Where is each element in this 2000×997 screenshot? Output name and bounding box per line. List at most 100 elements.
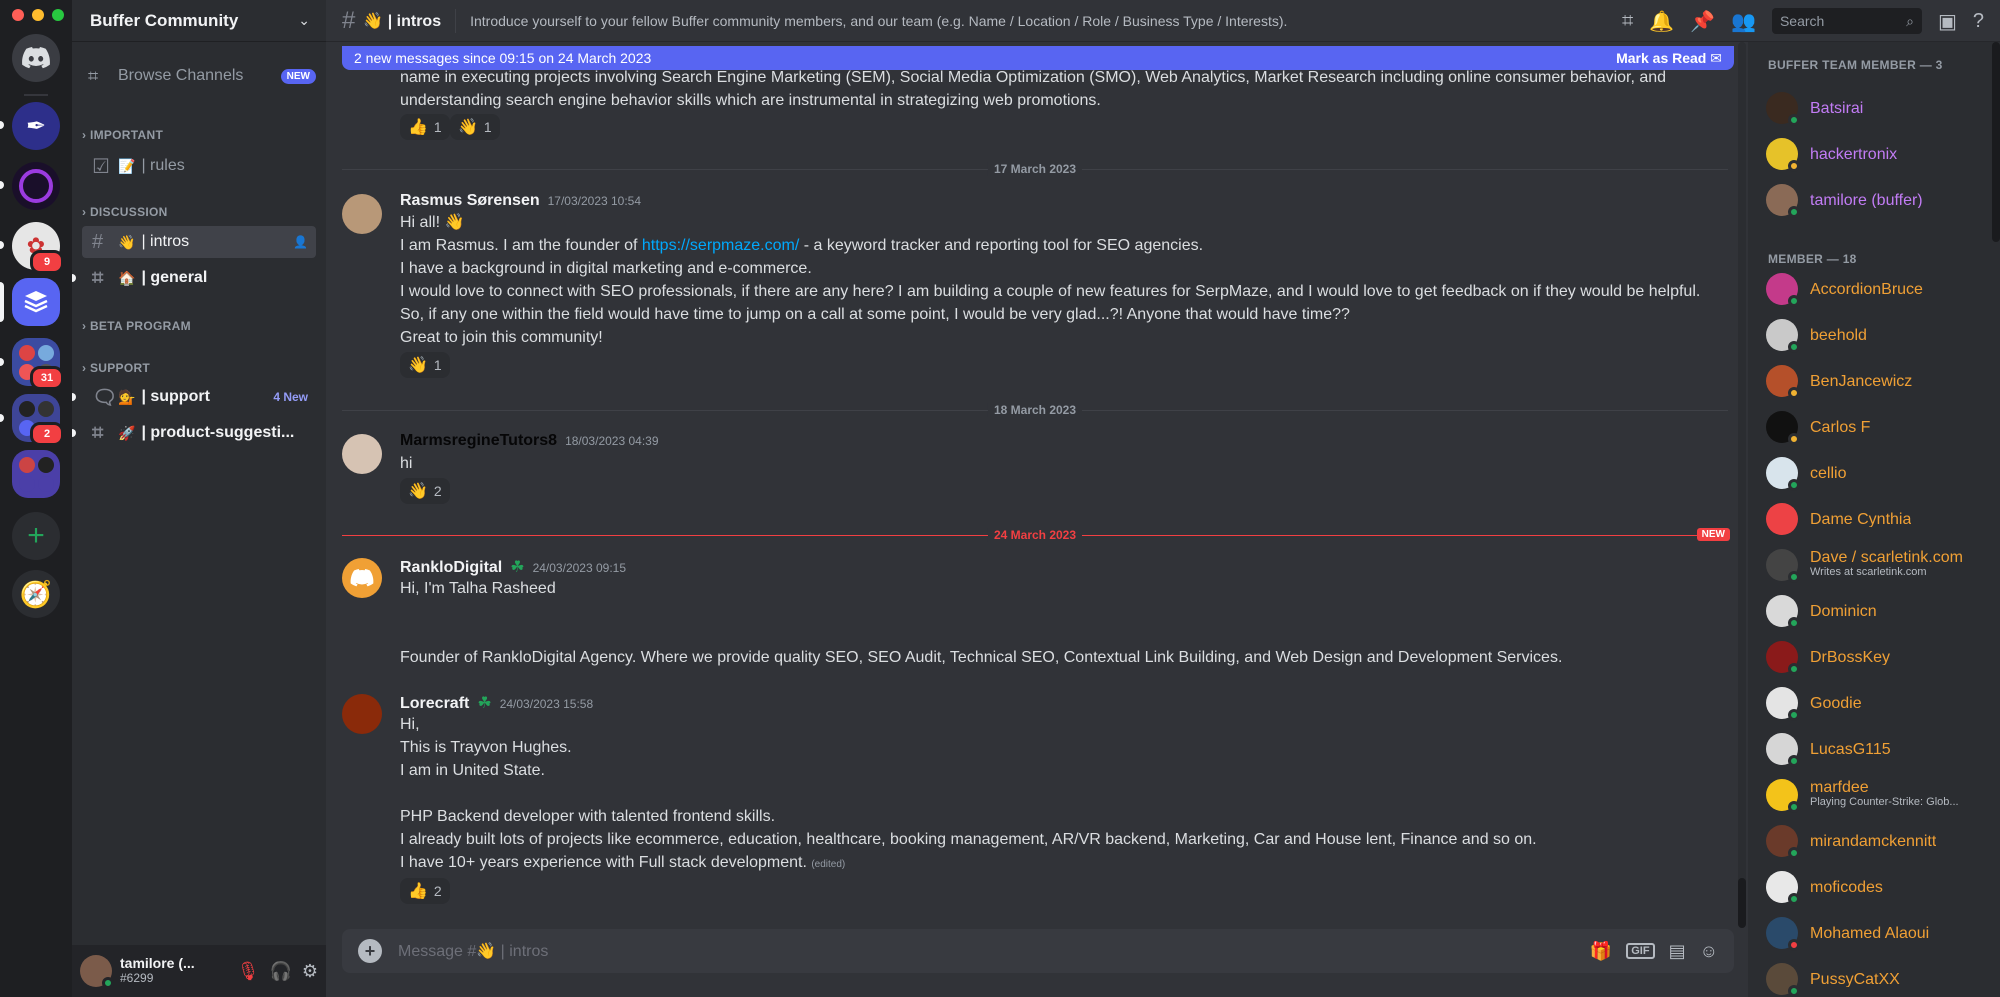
- discord-home-button[interactable]: [12, 34, 60, 82]
- user-tag: #6299: [120, 971, 154, 985]
- avatar[interactable]: [342, 558, 382, 598]
- reaction-wave[interactable]: 👋 2: [400, 478, 450, 504]
- member-item[interactable]: Dame Cynthia: [1766, 498, 1992, 540]
- deafen-headphones-icon[interactable]: 🎧: [269, 961, 291, 982]
- server-sketch[interactable]: ✿ 9: [12, 222, 64, 274]
- unread-pill: [0, 358, 4, 366]
- server-ring[interactable]: [12, 162, 60, 210]
- explore-servers-button[interactable]: 🧭: [12, 570, 60, 618]
- avatar: [1766, 549, 1800, 583]
- avatar: [1766, 411, 1800, 445]
- member-item[interactable]: tamilore (buffer): [1766, 179, 1992, 221]
- avatar[interactable]: [342, 694, 382, 734]
- member-name: tamilore (buffer): [1810, 192, 1923, 208]
- channel-product-suggestions[interactable]: ⌗ 🚀 | product-suggesti...: [72, 417, 316, 449]
- gear-icon[interactable]: ⚙: [302, 961, 318, 982]
- reaction-thumbs-up[interactable]: 👍 2: [400, 878, 450, 904]
- member-item[interactable]: PussyCatXX: [1766, 958, 1992, 997]
- sticker-icon[interactable]: ▤: [1669, 941, 1686, 962]
- member-item[interactable]: mirandamckennitt: [1766, 820, 1992, 862]
- author-name[interactable]: RankloDigital: [400, 559, 502, 577]
- member-item[interactable]: beehold: [1766, 314, 1992, 356]
- reaction-wave[interactable]: 👋 1: [450, 114, 500, 140]
- inbox-icon[interactable]: ▣: [1938, 9, 1957, 34]
- member-item[interactable]: Goodie: [1766, 682, 1992, 724]
- message-scrollbar-track[interactable]: [1738, 42, 1746, 912]
- member-item[interactable]: Dominicn: [1766, 590, 1992, 632]
- new-messages-text: 2 new messages since 09:15 on 24 March 2…: [354, 50, 652, 66]
- message-composer[interactable]: + Message #👋 | intros 🎁 GIF ▤ ☺: [342, 929, 1734, 973]
- channel-intros[interactable]: # 👋 | intros 👤: [82, 226, 316, 258]
- avatar[interactable]: [342, 434, 382, 474]
- member-item[interactable]: DrBossKey: [1766, 636, 1992, 678]
- close-window-button[interactable]: [12, 9, 24, 21]
- message-list: name in executing projects involving Sea…: [326, 42, 1748, 997]
- member-item[interactable]: moficodes: [1766, 866, 1992, 908]
- server-folder-b[interactable]: 2: [12, 394, 64, 446]
- channel-support[interactable]: 🗨 💁 | support 4 New: [72, 381, 316, 413]
- member-scrollbar-thumb[interactable]: [1992, 42, 2000, 242]
- unread-pill: [0, 181, 4, 189]
- member-item[interactable]: LucasG115: [1766, 728, 1992, 770]
- mark-as-read-button[interactable]: Mark as Read ✉: [1616, 50, 1722, 67]
- mark-as-read-label: Mark as Read: [1616, 49, 1707, 66]
- message-scrollbar-thumb[interactable]: [1738, 878, 1746, 928]
- new-messages-banner[interactable]: 2 new messages since 09:15 on 24 March 2…: [342, 46, 1734, 70]
- member-item[interactable]: AccordionBruce: [1766, 268, 1992, 310]
- maximize-window-button[interactable]: [52, 9, 64, 21]
- avatar: [1766, 779, 1800, 813]
- category-beta-program[interactable]: › BETA PROGRAM: [82, 319, 191, 333]
- member-item[interactable]: cellio: [1766, 452, 1992, 494]
- category-discussion[interactable]: › DISCUSSION: [82, 205, 168, 219]
- member-name: Dave / scarletink.com: [1810, 550, 1963, 566]
- search-input[interactable]: Search ⌕: [1771, 8, 1922, 34]
- avatar[interactable]: [80, 955, 114, 989]
- server-quill[interactable]: ✒: [12, 102, 60, 150]
- help-icon[interactable]: ?: [1973, 10, 1984, 33]
- upload-plus-icon[interactable]: +: [358, 939, 382, 963]
- category-important[interactable]: › IMPORTANT: [82, 128, 163, 142]
- member-item[interactable]: Batsirai: [1766, 87, 1992, 129]
- member-item[interactable]: BenJancewicz: [1766, 360, 1992, 402]
- member-item[interactable]: marfdee Playing Counter-Strike: Glob...: [1766, 774, 1992, 816]
- avatar[interactable]: [342, 194, 382, 234]
- add-server-button[interactable]: +: [12, 512, 60, 560]
- reaction-wave[interactable]: 👋 1: [400, 352, 450, 378]
- reaction-emoji: 👋: [458, 119, 478, 136]
- category-support[interactable]: › SUPPORT: [82, 361, 150, 375]
- channel-general[interactable]: ⌗ 🏠 | general: [72, 262, 316, 294]
- avatar: [1766, 595, 1800, 629]
- channel-rules[interactable]: ☑ 📝 | rules: [82, 150, 316, 182]
- invite-user-icon[interactable]: 👤: [293, 235, 316, 249]
- guild-header[interactable]: Buffer Community ⌄: [72, 0, 326, 42]
- presence-status-icon: [1788, 755, 1800, 767]
- server-folder-a[interactable]: 31: [12, 338, 64, 390]
- members-list-icon[interactable]: 👥: [1731, 9, 1756, 34]
- author-name[interactable]: Lorecraft: [400, 695, 469, 713]
- member-item[interactable]: Mohamed Alaoui: [1766, 912, 1992, 954]
- pin-icon[interactable]: 📌: [1690, 9, 1715, 34]
- server-buffer[interactable]: [12, 278, 60, 326]
- gif-button[interactable]: GIF: [1626, 943, 1655, 959]
- browse-channels-button[interactable]: ⌗ Browse Channels NEW: [88, 58, 316, 94]
- emoji-picker-icon[interactable]: ☺: [1700, 941, 1718, 962]
- reaction-thumbs-up[interactable]: 👍 1: [400, 114, 450, 140]
- mute-microphone-icon[interactable]: 🎙: [237, 961, 260, 982]
- minimize-window-button[interactable]: [32, 9, 44, 21]
- avatar: [1766, 503, 1798, 535]
- member-item[interactable]: hackertronix: [1766, 133, 1992, 175]
- server-folder-c[interactable]: [12, 450, 60, 498]
- member-item[interactable]: Dave / scarletink.com Writes at scarletin…: [1766, 544, 1992, 586]
- presence-status-icon: [1788, 985, 1800, 997]
- message-input[interactable]: Message #👋 | intros: [398, 941, 548, 961]
- threads-icon[interactable]: ⌗: [1622, 10, 1633, 33]
- channel-label: | rules: [141, 157, 185, 174]
- bell-icon[interactable]: 🔔: [1649, 9, 1674, 34]
- serpmaze-link[interactable]: https://serpmaze.com/: [642, 237, 799, 254]
- channel-topic[interactable]: Introduce yourself to your fellow Buffer…: [470, 13, 1287, 29]
- gift-icon[interactable]: 🎁: [1590, 941, 1612, 962]
- member-item[interactable]: Carlos F: [1766, 406, 1992, 448]
- author-name[interactable]: Rasmus Sørensen: [400, 192, 540, 210]
- user-info[interactable]: tamilore (... #6299: [120, 956, 195, 986]
- author-name[interactable]: MarmsregineTutors8: [400, 432, 557, 450]
